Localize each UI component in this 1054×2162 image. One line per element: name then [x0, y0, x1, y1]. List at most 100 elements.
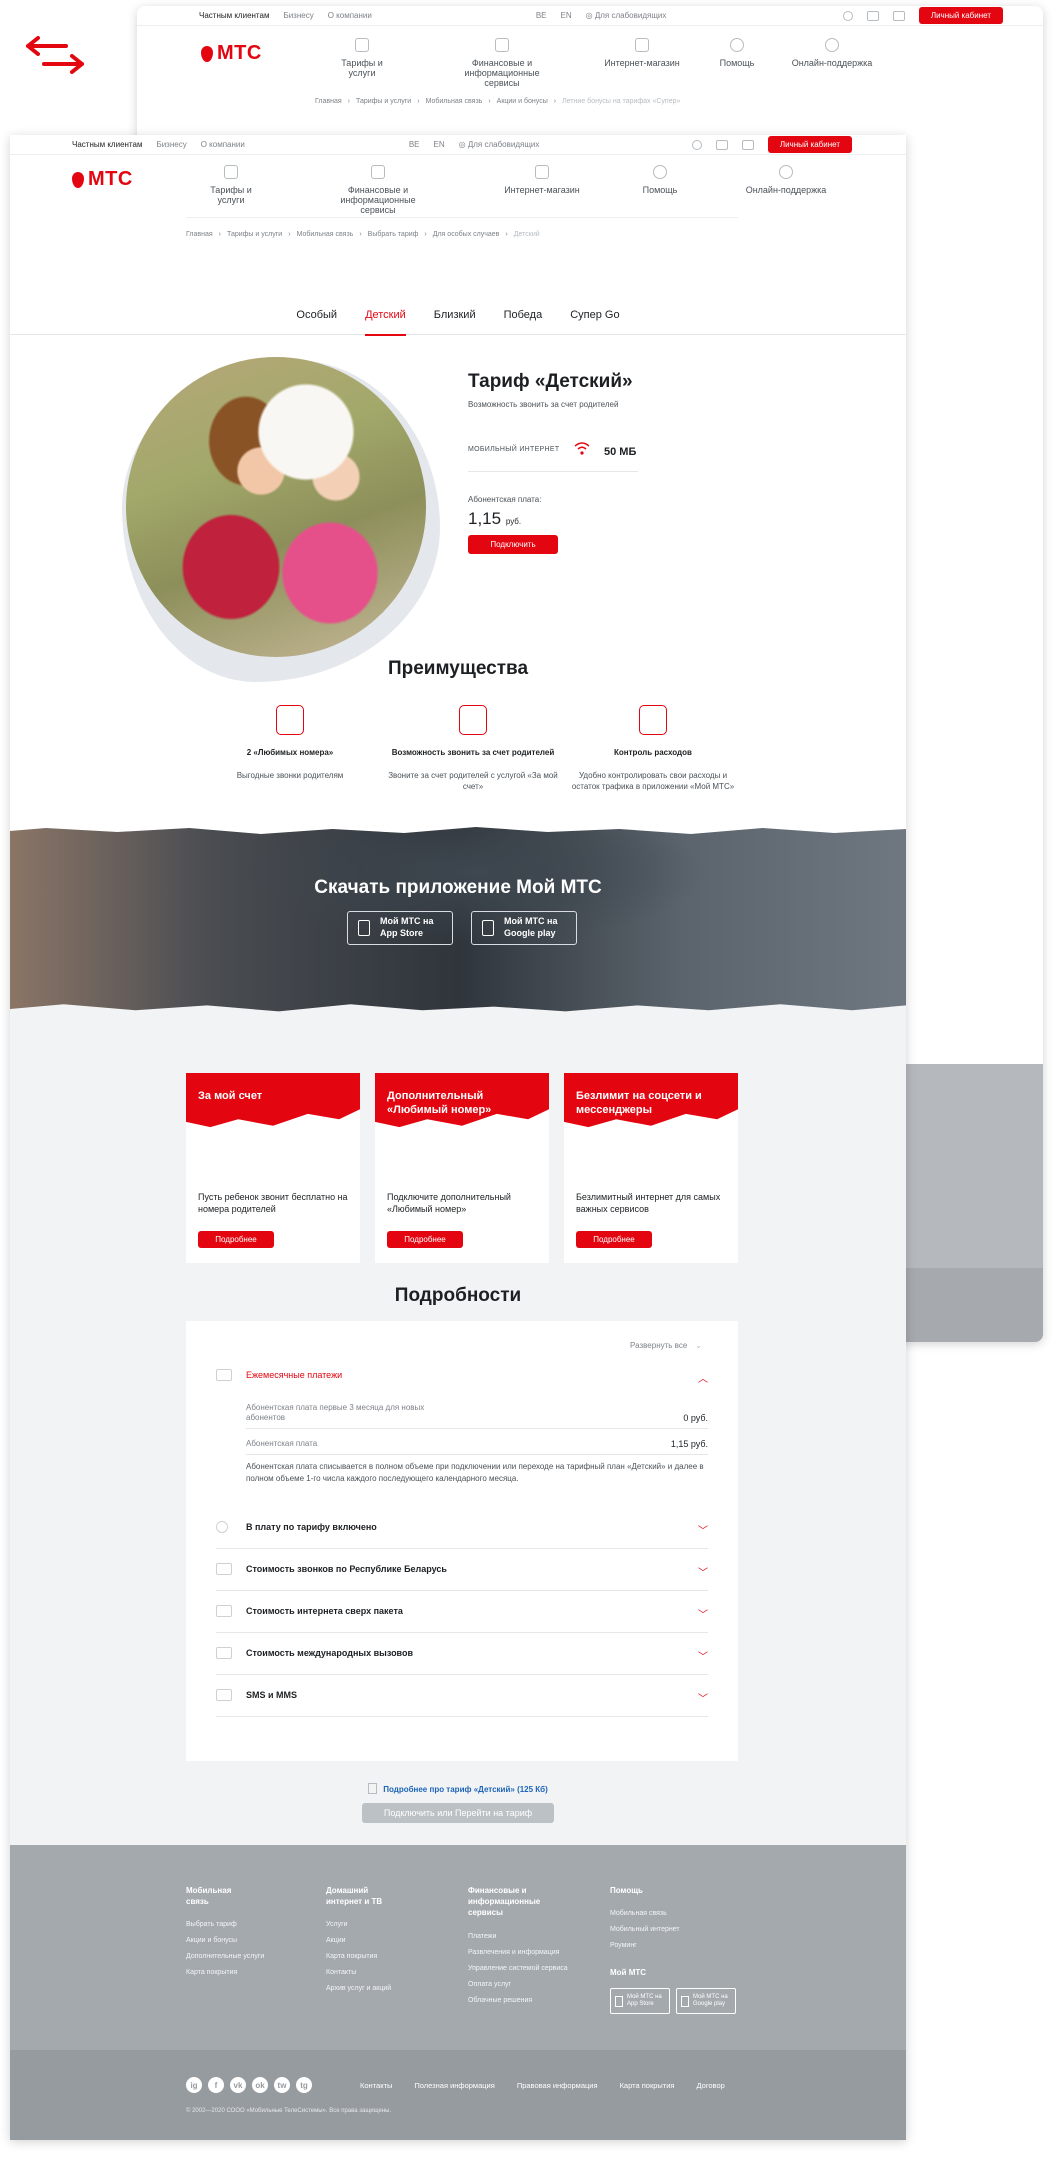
chevron-down-icon: ﹀	[698, 1652, 708, 1663]
cabinet-button[interactable]: Личный кабинет	[767, 136, 852, 153]
lang-en[interactable]: EN	[561, 11, 572, 20]
nav-shop[interactable]: Интернет-магазин	[497, 165, 587, 195]
chevron-down-icon: ﹀	[698, 1568, 708, 1579]
footer-bottom-links: Контакты Полезная информация Правовая ин…	[360, 2081, 725, 2090]
nav-support[interactable]: Онлайн-поддержка	[736, 165, 836, 195]
footer-column: Мобильная связь Выбрать тариф Акции и бо…	[186, 1886, 265, 1977]
google-play-button[interactable]: Мой МТС на Google play	[471, 911, 577, 945]
document-icon	[368, 1783, 378, 1794]
advantage-item: 2 «Любимых номера» Выгодные звонки родит…	[205, 705, 375, 781]
accordion-open-header[interactable]: Ежемесячные платежи ︿	[216, 1369, 708, 1389]
eye-icon: ◎	[458, 140, 468, 149]
current-page: Частным клиентам Бизнесу О компании BE E…	[10, 135, 906, 2140]
segment-business[interactable]: Бизнесу	[156, 140, 186, 149]
connect-or-switch-button[interactable]: Подключить или Перейти на тариф	[362, 1803, 554, 1823]
accordion-item[interactable]: Стоимость интернета сверх пакета ﹀	[216, 1605, 708, 1633]
expand-all-button[interactable]: Развернуть все ⌄	[630, 1341, 702, 1350]
wallet-icon[interactable]	[866, 10, 879, 21]
more-button[interactable]: Подробнее	[387, 1231, 463, 1248]
mts-logo[interactable]: МТС	[72, 168, 133, 191]
tariff-pdf-link[interactable]: Подробнее про тариф «Детский» (125 Кб)	[10, 1783, 906, 1794]
app-download-banner: Скачать приложение Мой МТС Мой МТС на Ap…	[10, 825, 906, 1015]
egg-logo-icon	[201, 45, 213, 62]
segment-about[interactable]: О компании	[201, 140, 245, 149]
apple-icon	[615, 1995, 623, 2007]
copyright: © 2002—2020 СООО «Мобильные ТелеСистемы»…	[186, 2108, 392, 2114]
more-button[interactable]: Подробнее	[198, 1231, 274, 1248]
cart-icon	[535, 165, 549, 179]
segment-private[interactable]: Частным клиентам	[199, 11, 269, 20]
social-links: ig f vk ok tw tg	[186, 2077, 312, 2093]
chevron-down-icon: ﹀	[698, 1526, 708, 1537]
fee-value: 1,15 руб.	[468, 509, 522, 528]
odnoklassniki-icon[interactable]: ok	[252, 2077, 268, 2093]
details-accordion: Развернуть все ⌄ Ежемесячные платежи ︿ Аб…	[186, 1321, 738, 1761]
cabinet-button[interactable]: Личный кабинет	[918, 7, 1003, 24]
nav-finance[interactable]: Финансовые и информационные сервисы	[447, 38, 557, 88]
mts-logo[interactable]: МТС	[201, 42, 262, 65]
segment-private[interactable]: Частным клиентам	[72, 140, 142, 149]
accordion-item[interactable]: SMS и MMS ﹀	[216, 1689, 708, 1717]
payment-row: Абонентская плата 1,15 руб.	[246, 1439, 708, 1455]
nav-shop[interactable]: Интернет-магазин	[597, 38, 687, 68]
instagram-icon[interactable]: ig	[186, 2077, 202, 2093]
nav-tariffs[interactable]: Тарифы и услуги	[327, 38, 397, 78]
more-button[interactable]: Подробнее	[576, 1231, 652, 1248]
service-card: Дополнительный «Любимый номер» Подключит…	[375, 1073, 549, 1263]
tab-osobyi[interactable]: Особый	[296, 305, 337, 335]
tariff-tabs: Особый Детский Близкий Победа Супер Go	[10, 305, 906, 336]
tariff-subtitle: Возможность звонить за счет родителей	[468, 400, 619, 409]
accordion-item[interactable]: В плату по тарифу включено ﹀	[216, 1521, 708, 1549]
wallet-icon[interactable]	[715, 139, 728, 150]
footer-column: Финансовые и информационные сервисы Плат…	[468, 1886, 568, 2004]
fee-label: Абонентская плата:	[468, 495, 542, 504]
tab-pobeda[interactable]: Победа	[504, 305, 543, 335]
cart-icon[interactable]	[892, 10, 905, 21]
internet-value: 50 МБ	[604, 446, 637, 458]
nav-support[interactable]: Онлайн-поддержка	[787, 38, 877, 68]
lang-be[interactable]: BE	[536, 11, 547, 20]
search-icon[interactable]	[842, 10, 853, 21]
search-icon[interactable]	[691, 139, 702, 150]
tab-super-go[interactable]: Супер Go	[570, 305, 619, 335]
lang-be[interactable]: BE	[409, 140, 420, 149]
breadcrumb: Главная › Тарифы и услуги › Мобильная связ…	[186, 231, 540, 238]
facebook-icon[interactable]: f	[208, 2077, 224, 2093]
segment-business[interactable]: Бизнесу	[283, 11, 313, 20]
phone-icon	[216, 1563, 232, 1575]
accessibility-link[interactable]: ◎ Для слабовидящих	[586, 11, 667, 20]
nav-help[interactable]: Помощь	[707, 38, 767, 68]
tab-detskiy[interactable]: Детский	[365, 305, 406, 336]
nav-finance[interactable]: Финансовые и информационные сервисы	[323, 165, 433, 215]
telegram-icon[interactable]: tg	[296, 2077, 312, 2093]
footer-bottom: ig f vk ok tw tg Контакты Полезная инфор…	[10, 2050, 906, 2140]
top-bar: Частным клиентам Бизнесу О компании BE E…	[137, 6, 1043, 26]
chevron-double-down-icon: ⌄	[695, 1341, 702, 1350]
egg-logo-icon	[72, 171, 84, 188]
accessibility-link[interactable]: ◎ Для слабовидящих	[459, 140, 540, 149]
twitter-icon[interactable]: tw	[274, 2077, 290, 2093]
hero-divider	[468, 471, 638, 472]
segment-about[interactable]: О компании	[328, 11, 372, 20]
payment-note: Абонентская плата списывается в полном о…	[246, 1462, 704, 1483]
nav-tariffs[interactable]: Тарифы и услуги	[196, 165, 266, 205]
details-title: Подробности	[394, 1285, 522, 1306]
cart-icon[interactable]	[741, 139, 754, 150]
accordion-item[interactable]: Стоимость международных вызовов ﹀	[216, 1647, 708, 1675]
app-store-button[interactable]: Мой МТС на App Store	[347, 911, 453, 945]
lifebuoy-icon	[825, 38, 839, 52]
chevron-down-icon: ﹀	[698, 1610, 708, 1621]
nav-help[interactable]: Помощь	[630, 165, 690, 195]
play-icon	[681, 1995, 689, 2007]
connect-button[interactable]: Подключить	[468, 535, 558, 554]
document-icon	[495, 38, 509, 52]
footer-app-store-button[interactable]: Мой МТС на App Store	[610, 1988, 670, 2015]
service-card: За мой счет Пусть ребенок звонит бесплат…	[186, 1073, 360, 1263]
accordion-item[interactable]: Стоимость звонков по Республике Беларусь…	[216, 1563, 708, 1591]
hero-photo	[126, 357, 426, 657]
tab-blizkiy[interactable]: Близкий	[434, 305, 476, 335]
document-icon	[371, 165, 385, 179]
vk-icon[interactable]: vk	[230, 2077, 246, 2093]
footer-google-play-button[interactable]: Мой МТС на Google play	[676, 1988, 736, 2015]
lang-en[interactable]: EN	[434, 140, 445, 149]
